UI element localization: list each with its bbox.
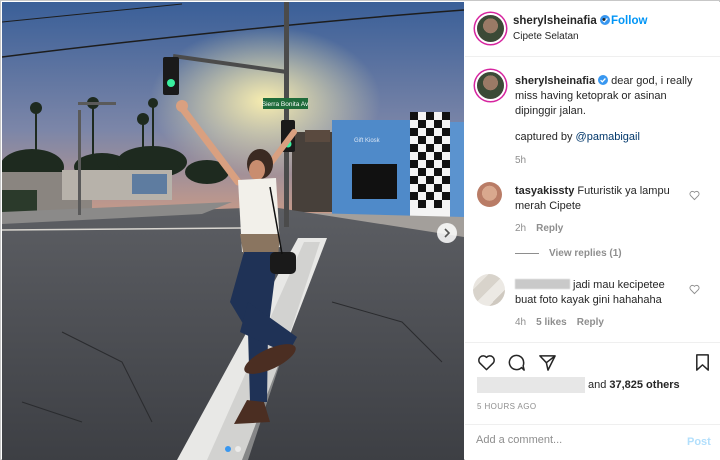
svg-text:Gift Kiosk: Gift Kiosk — [354, 138, 381, 144]
view-replies-button[interactable]: View replies (1) — [515, 248, 622, 259]
comment: jadi mau kecipetee buat foto kayak gini … — [515, 278, 687, 308]
post-timestamp[interactable]: 5 HOURS AGO — [477, 402, 537, 411]
comment-username[interactable]: tasyakissty — [515, 185, 574, 197]
author-avatar[interactable] — [477, 15, 504, 42]
carousel-dot — [225, 446, 231, 452]
reply-button[interactable]: Reply — [577, 317, 604, 328]
bookmark-icon[interactable] — [693, 353, 712, 372]
caption-time[interactable]: 5h — [515, 155, 526, 166]
post-details-panel: sherylsheinafia • Follow Cipete Selatan … — [465, 2, 720, 460]
likes-count[interactable]: 37,825 others — [609, 379, 679, 391]
post-photo[interactable]: Gift Kiosk Sierra Bonita Av — [2, 2, 464, 460]
comment-time[interactable]: 2h — [515, 223, 526, 234]
commenter-avatar-blurred[interactable] — [473, 274, 505, 306]
replies-divider — [515, 252, 539, 254]
post-comment-button[interactable]: Post — [687, 436, 711, 448]
traffic-light — [163, 57, 179, 95]
comment-input[interactable] — [476, 434, 666, 446]
commenter-avatar[interactable] — [477, 182, 502, 207]
comment-likes[interactable]: 5 likes — [536, 317, 567, 328]
traffic-light-pole — [284, 2, 289, 227]
separator-dot: • — [602, 14, 606, 26]
svg-text:Sierra Bonita Av: Sierra Bonita Av — [262, 101, 309, 108]
paper-plane-icon[interactable] — [538, 353, 557, 372]
street-scene: Gift Kiosk Sierra Bonita Av — [2, 2, 464, 460]
likes-prefix: and — [588, 379, 607, 391]
comment-meta: 4h 5 likes Reply — [515, 317, 614, 328]
heart-icon[interactable] — [477, 353, 496, 372]
follow-button[interactable]: Follow — [611, 15, 647, 27]
caption: sherylsheinafia dear god, i really miss … — [515, 74, 710, 145]
location-link[interactable]: Cipete Selatan — [513, 31, 579, 42]
comment-icon[interactable] — [507, 353, 526, 372]
carousel-dots — [2, 446, 464, 452]
comment-meta: 2h Reply — [515, 223, 573, 234]
comment: tasyakissty Futuristik ya lampu merah Ci… — [515, 184, 687, 214]
mention-link[interactable]: @pamabigail — [576, 131, 640, 143]
add-comment-bar: Post — [465, 424, 720, 460]
verified-badge-icon — [598, 75, 609, 85]
next-photo-button[interactable] — [437, 223, 457, 243]
caption-author-avatar[interactable] — [477, 72, 504, 99]
blurred-liker-name[interactable] — [477, 377, 585, 393]
likes-summary: and 37,825 others — [477, 377, 680, 393]
post-header: sherylsheinafia • Follow Cipete Selatan — [465, 2, 720, 57]
comment-like-heart-icon[interactable] — [689, 284, 700, 295]
chevron-right-icon — [444, 228, 451, 238]
reply-button[interactable]: Reply — [536, 223, 563, 234]
caption-username[interactable]: sherylsheinafia — [515, 75, 595, 87]
blurred-username[interactable] — [515, 279, 570, 289]
action-bar — [465, 342, 720, 382]
caption-credit: captured by @pamabigail — [515, 130, 710, 145]
author-username[interactable]: sherylsheinafia — [513, 15, 597, 27]
comment-like-heart-icon[interactable] — [689, 190, 700, 201]
view-replies-label: View replies (1) — [549, 248, 622, 259]
carousel-dot — [235, 446, 241, 452]
credit-prefix: captured by — [515, 131, 576, 143]
post-dialog: Gift Kiosk Sierra Bonita Av sherylsheina… — [0, 0, 720, 460]
comment-time[interactable]: 4h — [515, 317, 526, 328]
